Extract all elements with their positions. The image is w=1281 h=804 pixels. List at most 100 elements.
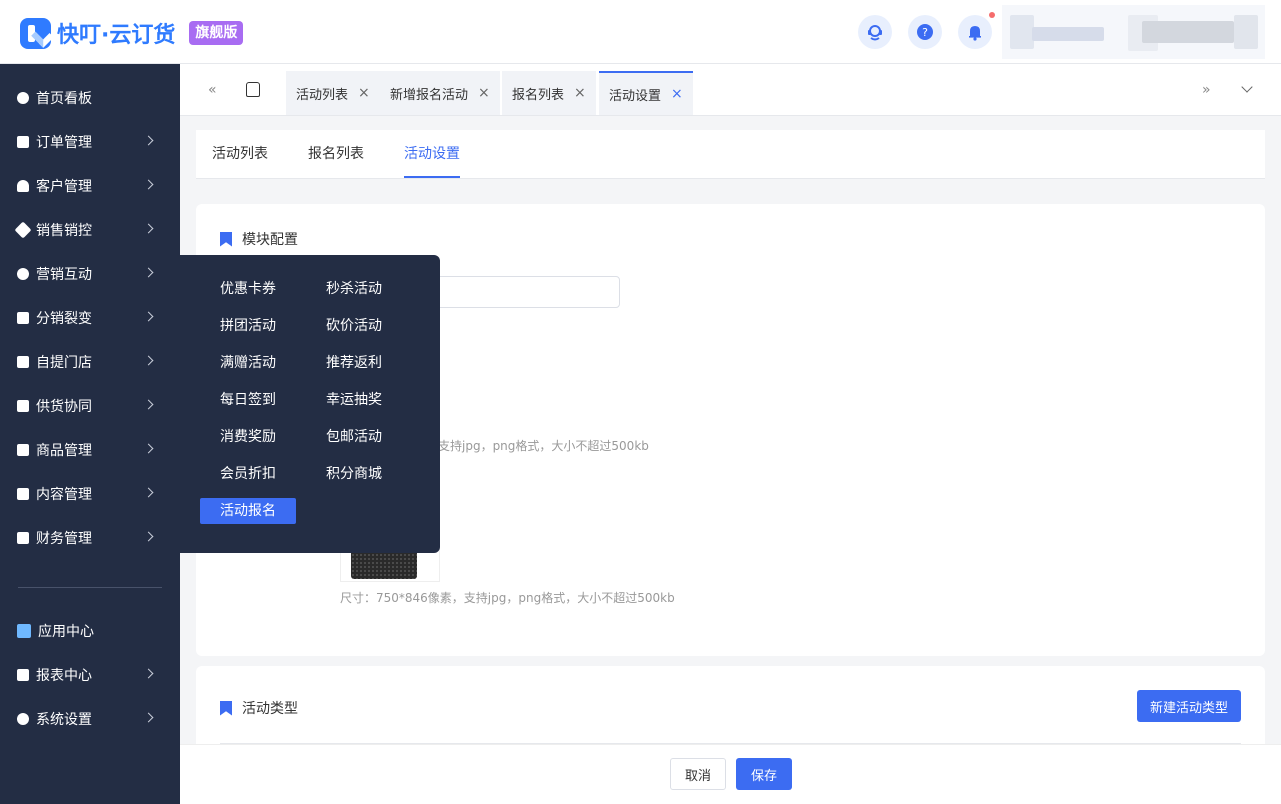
- sidebar: 首页看板 订单管理 客户管理 销售销控 营销互动 分销裂变 自提门店 供货协同 …: [0, 64, 180, 804]
- sidebar-item-reports[interactable]: 报表中心: [0, 653, 180, 697]
- sidebar-item-content[interactable]: 内容管理: [0, 472, 180, 516]
- chevron-right-icon: [143, 223, 154, 234]
- submenu-free-shipping[interactable]: 包邮活动: [306, 424, 402, 450]
- subtab-activity-settings[interactable]: 活动设置: [404, 130, 460, 178]
- home-icon[interactable]: [246, 82, 260, 97]
- sidebar-item-label: 营销互动: [36, 267, 92, 283]
- sidebar-item-label: 分销裂变: [36, 311, 92, 327]
- sidebar-item-dashboard[interactable]: 首页看板: [0, 76, 180, 120]
- cancel-button[interactable]: 取消: [670, 758, 726, 790]
- supplier-icon: [17, 400, 29, 412]
- customer-service-icon[interactable]: [858, 15, 892, 49]
- sidebar-item-orders[interactable]: 订单管理: [0, 120, 180, 164]
- dashboard-icon: [17, 92, 29, 104]
- gear-icon: [17, 713, 29, 725]
- bell-icon[interactable]: [958, 15, 992, 49]
- close-icon[interactable]: ×: [574, 85, 586, 101]
- module-config-title: 模块配置: [220, 229, 298, 249]
- page-tab-bar: « 活动列表 × 新增报名活动 × 报名列表 × 活动设置 × »: [180, 64, 1281, 116]
- chevron-right-icon: [143, 531, 154, 542]
- chevron-right-icon: [143, 179, 154, 190]
- chevron-right-icon: [143, 443, 154, 454]
- upload-hint-partial: ，支持jpg，png格式，大小不超过500kb: [426, 439, 649, 453]
- sidebar-item-products[interactable]: 商品管理: [0, 428, 180, 472]
- sidebar-item-label: 首页看板: [36, 91, 92, 107]
- tag-icon: [14, 221, 32, 239]
- chevron-right-icon: [143, 311, 154, 322]
- submenu-points-mall[interactable]: 积分商城: [306, 461, 402, 487]
- submenu-group-buy[interactable]: 拼团活动: [200, 313, 296, 339]
- submenu-activity-signup[interactable]: 活动报名: [200, 498, 296, 524]
- sidebar-item-stores[interactable]: 自提门店: [0, 340, 180, 384]
- submenu-lottery[interactable]: 幸运抽奖: [306, 387, 402, 413]
- logo-mark-icon: [20, 17, 51, 49]
- sidebar-item-label: 报表中心: [36, 668, 92, 684]
- submenu-flash-sale[interactable]: 秒杀活动: [306, 276, 402, 302]
- double-chevron-right-icon[interactable]: »: [1202, 82, 1211, 98]
- subtab-activity-list[interactable]: 活动列表: [212, 130, 268, 178]
- submenu-checkin[interactable]: 每日签到: [200, 387, 296, 413]
- activity-type-title: 活动类型: [220, 698, 298, 718]
- submenu-member-discount[interactable]: 会员折扣: [200, 461, 296, 487]
- sidebar-item-supply[interactable]: 供货协同: [0, 384, 180, 428]
- sidebar-item-label: 订单管理: [36, 135, 92, 151]
- save-button[interactable]: 保存: [736, 758, 792, 790]
- new-activity-type-button[interactable]: 新建活动类型: [1137, 690, 1241, 722]
- submenu-coupons[interactable]: 优惠卡券: [200, 276, 296, 302]
- sidebar-item-customers[interactable]: 客户管理: [0, 164, 180, 208]
- target-icon: [17, 268, 29, 280]
- tab-activity-list[interactable]: 活动列表 ×: [286, 71, 380, 115]
- chevron-right-icon: [143, 267, 154, 278]
- close-icon[interactable]: ×: [478, 85, 490, 101]
- tab-activity-settings[interactable]: 活动设置 ×: [599, 71, 693, 115]
- app-name: 快叮·云订货: [57, 23, 176, 48]
- sidebar-item-label: 系统设置: [36, 712, 92, 728]
- sitemap-icon: [17, 312, 29, 324]
- sidebar-item-distribution[interactable]: 分销裂变: [0, 296, 180, 340]
- sidebar-item-label: 财务管理: [36, 531, 92, 547]
- help-icon[interactable]: ?: [908, 15, 942, 49]
- subtab-signup-list[interactable]: 报名列表: [308, 130, 364, 178]
- bar-chart-icon: [17, 669, 29, 681]
- sub-tabs: 活动列表 报名列表 活动设置: [196, 130, 1265, 179]
- submenu-consume-reward[interactable]: 消费奖励: [200, 424, 296, 450]
- user-info-blurred[interactable]: [1002, 5, 1265, 59]
- submenu-gift[interactable]: 满赠活动: [200, 350, 296, 376]
- sidebar-item-label: 客户管理: [36, 179, 92, 195]
- tab-label: 活动设置: [609, 88, 662, 104]
- module-name-input[interactable]: [430, 276, 620, 308]
- double-chevron-left-icon[interactable]: «: [208, 82, 217, 98]
- tab-new-signup-activity[interactable]: 新增报名活动 ×: [380, 71, 500, 115]
- sidebar-item-app-center[interactable]: 应用中心: [0, 609, 180, 653]
- bag-icon: [17, 444, 29, 456]
- user-icon: [17, 180, 29, 192]
- sidebar-item-label: 商品管理: [36, 443, 92, 459]
- section-title-text: 活动类型: [242, 701, 298, 717]
- marketing-submenu-popup: 优惠卡券 秒杀活动 拼团活动 砍价活动 满赠活动 推荐返利 每日签到 幸运抽奖 …: [180, 255, 440, 553]
- close-icon[interactable]: ×: [671, 86, 683, 102]
- tab-label: 报名列表: [512, 87, 565, 103]
- app-logo[interactable]: 快叮·云订货 旗舰版: [20, 17, 244, 49]
- form-footer: [180, 744, 1281, 804]
- bookmark-icon: [220, 700, 232, 716]
- chevron-down-icon[interactable]: [1241, 81, 1253, 93]
- sidebar-item-label: 销售销控: [36, 223, 92, 239]
- sidebar-item-finance[interactable]: 财务管理: [0, 516, 180, 560]
- sidebar-item-label: 内容管理: [36, 487, 92, 503]
- upload-hint: 尺寸：750*846像素，支持jpg，png格式，大小不超过500kb: [340, 591, 675, 605]
- sidebar-item-label: 自提门店: [36, 355, 92, 371]
- sidebar-item-sales[interactable]: 销售销控: [0, 208, 180, 252]
- tab-signup-list[interactable]: 报名列表 ×: [502, 71, 596, 115]
- sidebar-item-label: 应用中心: [38, 624, 94, 640]
- chevron-right-icon: [143, 355, 154, 366]
- submenu-referral[interactable]: 推荐返利: [306, 350, 402, 376]
- sidebar-item-marketing[interactable]: 营销互动: [0, 252, 180, 296]
- submenu-bargain[interactable]: 砍价活动: [306, 313, 402, 339]
- close-icon[interactable]: ×: [358, 85, 370, 101]
- chevron-right-icon: [143, 487, 154, 498]
- sidebar-divider: [18, 587, 162, 588]
- wallet-icon: [17, 532, 29, 544]
- chevron-right-icon: [143, 135, 154, 146]
- sidebar-item-settings[interactable]: 系统设置: [0, 697, 180, 741]
- cube-icon: [17, 624, 31, 638]
